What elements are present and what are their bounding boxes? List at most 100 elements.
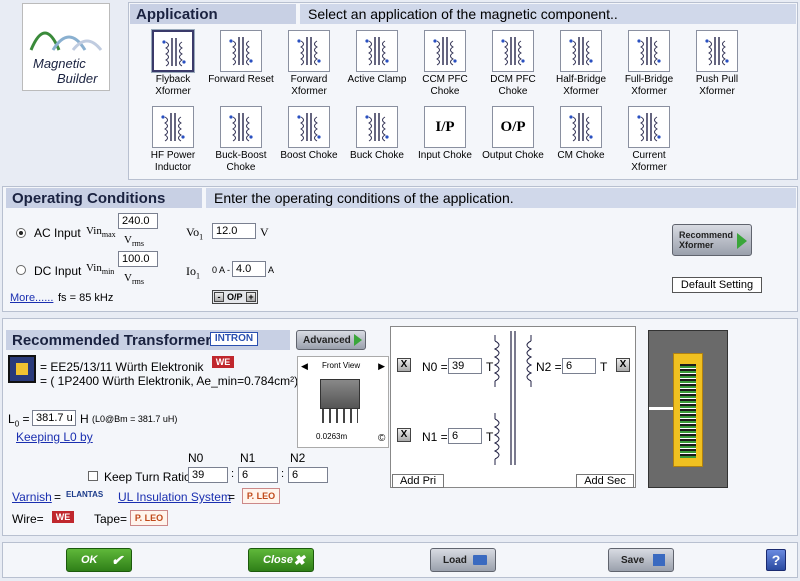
- app-item-label: Forward Xformer: [290, 74, 328, 97]
- app-item-output-choke[interactable]: O/P Output Choke: [478, 106, 548, 162]
- app-item-input-choke[interactable]: I/P Input Choke: [410, 106, 480, 162]
- vinmax-unit: Vrms: [124, 234, 144, 248]
- app-item-ccm-pfc-choke[interactable]: CCM PFC Choke: [410, 30, 480, 98]
- l0-label: L0 =: [8, 412, 30, 428]
- app-item-hf-power-inductor[interactable]: HF Power Inductor: [138, 106, 208, 174]
- transformer-schematic-icon: [288, 106, 330, 148]
- add-pri-button[interactable]: Add Pri: [392, 474, 444, 488]
- varnish-eq: =: [54, 490, 62, 504]
- app-item-label: CCM PFC Choke: [422, 74, 468, 97]
- app-item-forward-xformer[interactable]: Forward Xformer: [274, 30, 344, 98]
- remove-n0-button[interactable]: X: [397, 358, 411, 372]
- vo-input[interactable]: [212, 223, 256, 239]
- op-plus-button[interactable]: +: [246, 292, 256, 302]
- close-label: Close: [263, 554, 293, 566]
- logo-line1: Magnetic: [33, 56, 86, 71]
- l0-input[interactable]: [32, 410, 76, 426]
- app-item-label: Buck Choke: [350, 150, 404, 161]
- io-input[interactable]: [232, 261, 266, 277]
- advanced-button[interactable]: Advanced: [296, 330, 366, 350]
- vo-unit: V: [260, 225, 269, 239]
- disk-icon: [653, 554, 665, 566]
- op-minus-button[interactable]: -: [214, 292, 224, 302]
- logo-line2: Builder: [57, 71, 98, 86]
- help-button[interactable]: ?: [766, 549, 786, 571]
- app-item-label: Input Choke: [418, 150, 472, 161]
- keeping-l0-link[interactable]: Keeping L0 by: [16, 430, 93, 444]
- app-item-push-pull-xformer[interactable]: Push Pull Xformer: [682, 30, 752, 98]
- transformer-schematic-icon: O/P: [492, 106, 534, 148]
- default-setting-button[interactable]: Default Setting: [672, 277, 762, 293]
- app-item-buck-choke[interactable]: Buck Choke: [342, 106, 412, 162]
- arrow-left-icon[interactable]: ◀: [301, 361, 308, 372]
- app-item-label: Boost Choke: [280, 150, 338, 161]
- remove-n2-button[interactable]: X: [616, 358, 630, 372]
- io-sub: 1: [196, 271, 200, 281]
- app-item-label: CM Choke: [557, 150, 605, 161]
- close-button[interactable]: Close ✖: [248, 548, 314, 572]
- transformer-schematic-icon: [628, 30, 670, 72]
- close-icon: ✖: [293, 552, 305, 568]
- l0-eq: =: [22, 412, 30, 426]
- transformer-schematic-icon: [628, 106, 670, 148]
- app-item-flyback-xformer[interactable]: Flyback Xformer: [138, 30, 208, 98]
- app-glyph: I/P: [435, 119, 455, 135]
- n1-input[interactable]: [238, 467, 278, 483]
- pleo-logo-1: P. LEO: [242, 488, 280, 504]
- varnish-link[interactable]: Varnish: [12, 490, 52, 504]
- recommend-xformer-button[interactable]: Recommend Xformer: [672, 224, 752, 256]
- n0-winding-input[interactable]: [448, 358, 482, 374]
- front-view-box: ◀ Front View ▶ 0.0263m: [297, 356, 389, 448]
- ac-input-radio[interactable]: [16, 228, 26, 238]
- more-link[interactable]: More......: [10, 292, 53, 304]
- app-item-half-bridge-xformer[interactable]: Half-Bridge Xformer: [546, 30, 616, 98]
- app-item-buck-boost-choke[interactable]: Buck-Boost Choke: [206, 106, 276, 174]
- load-button[interactable]: Load: [430, 548, 496, 572]
- vinmin-symbol: Vinmin: [86, 262, 114, 276]
- core-icon[interactable]: [8, 355, 36, 383]
- transformer-pins: [322, 409, 358, 423]
- ok-button[interactable]: OK ✔: [66, 548, 132, 572]
- remove-n1-button[interactable]: X: [397, 428, 411, 442]
- app-item-dcm-pfc-choke[interactable]: DCM PFC Choke: [478, 30, 548, 98]
- ul-insulation-link[interactable]: UL Insulation System: [118, 490, 231, 504]
- n2-unit: T: [600, 360, 608, 374]
- operating-desc: Enter the operating conditions of the ap…: [206, 188, 796, 208]
- arrow-right-icon: [354, 334, 362, 346]
- app-glyph: O/P: [500, 119, 526, 135]
- logo: Magnetic Builder: [22, 3, 110, 91]
- app-item-label: Current Xformer: [631, 150, 667, 173]
- io-sym: Io: [186, 264, 196, 278]
- transformer-schematic-icon: I/P: [424, 106, 466, 148]
- n1-header: N1: [240, 451, 256, 465]
- vinmin-rms: rms: [131, 277, 144, 287]
- n2-winding-input[interactable]: [562, 358, 596, 374]
- app-item-boost-choke[interactable]: Boost Choke: [274, 106, 344, 162]
- vinmin-unit: Vrms: [124, 272, 144, 286]
- dc-input-radio[interactable]: [16, 265, 26, 275]
- vinmin-input[interactable]: [118, 251, 158, 267]
- app-item-current-xformer[interactable]: Current Xformer: [614, 106, 684, 174]
- n0-input[interactable]: [188, 467, 228, 483]
- n2-input[interactable]: [288, 467, 328, 483]
- folder-icon: [473, 555, 487, 565]
- app-item-active-clamp[interactable]: Active Clamp: [342, 30, 412, 86]
- wire-label: Wire=: [12, 512, 44, 526]
- keep-turn-checkbox[interactable]: [88, 471, 98, 481]
- app-item-full-bridge-xformer[interactable]: Full-Bridge Xformer: [614, 30, 684, 98]
- transformer-schematic-icon: [152, 30, 194, 72]
- save-button[interactable]: Save: [608, 548, 674, 572]
- n1-unit: T: [486, 430, 494, 444]
- n1-label: N1 =: [422, 430, 448, 444]
- transformer-schematic-icon: [220, 106, 262, 148]
- intron-logo: INTRON: [210, 332, 258, 346]
- vinmax-symbol: Vinmax: [86, 225, 116, 239]
- app-item-cm-choke[interactable]: CM Choke: [546, 106, 616, 162]
- core-gap: [649, 407, 673, 410]
- arrow-right-icon[interactable]: ▶: [378, 361, 385, 372]
- app-item-forward-reset[interactable]: Forward Reset: [206, 30, 276, 86]
- vinmax-sub: max: [101, 230, 116, 240]
- vinmax-input[interactable]: [118, 213, 158, 229]
- n1-winding-input[interactable]: [448, 428, 482, 444]
- add-sec-button[interactable]: Add Sec: [576, 474, 634, 488]
